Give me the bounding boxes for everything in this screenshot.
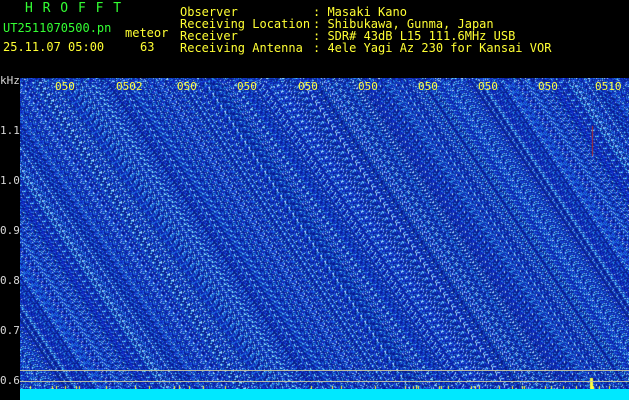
- x-tick: 050: [298, 80, 318, 93]
- x-tick: 050: [418, 80, 438, 93]
- x-tick: 050: [358, 80, 378, 93]
- x-tick: 050: [55, 80, 75, 93]
- datetime: 25.11.07 05:00: [3, 40, 105, 54]
- x-tick: 050: [538, 80, 558, 93]
- x-tick: 050: [237, 80, 257, 93]
- info-label-antenna: Receiving Antenna: [180, 41, 303, 55]
- app-title: H R O F F T: [25, 1, 123, 16]
- y-tick: 0.6: [0, 374, 20, 387]
- reference-line-upper: [20, 370, 629, 371]
- y-tick: 0.9: [0, 224, 20, 237]
- x-tick: 050: [478, 80, 498, 93]
- detection-count: 63: [140, 40, 155, 54]
- y-tick: 1.1: [0, 124, 20, 137]
- y-tick: 0.8: [0, 274, 20, 287]
- x-tick: 050: [177, 80, 197, 93]
- info-value-antenna: : 4ele Yagi Az 230 for Kansai VOR: [313, 41, 552, 55]
- header-panel: H R O F F T UT2511070500.pn meteor 25.11…: [0, 0, 629, 78]
- reference-line-lower: [20, 381, 629, 382]
- y-tick: 0.7: [0, 324, 20, 337]
- x-tick: 0502: [116, 80, 143, 93]
- y-axis-unit: kHz: [0, 74, 20, 87]
- baseband-strip: [20, 389, 629, 400]
- x-tick: 0510: [595, 80, 622, 93]
- y-tick: 1.0: [0, 174, 20, 187]
- file-name: UT2511070500.pn: [3, 21, 112, 35]
- mode-label: meteor: [125, 26, 169, 40]
- spectrogram: [20, 78, 629, 400]
